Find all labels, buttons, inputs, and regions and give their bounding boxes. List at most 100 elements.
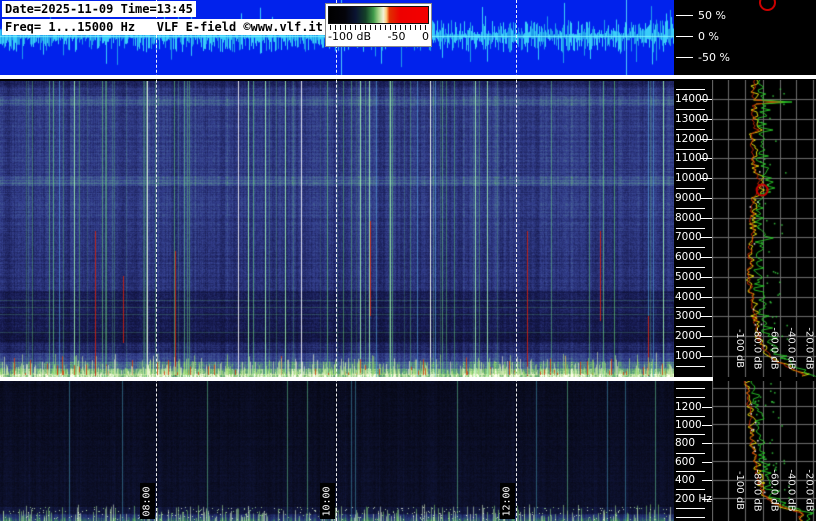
main-spectrogram-canvas[interactable]	[0, 81, 674, 377]
upper-freq-tick-major	[700, 237, 712, 239]
upper-freq-tick-major	[700, 158, 712, 160]
lower-freq-tick-minor	[676, 434, 705, 436]
intensity-colorbar-legend: -100 dB -50 0	[325, 3, 432, 47]
lower-freq-tick-major	[702, 406, 712, 408]
upper-freq-tick-minor	[676, 306, 705, 308]
upper-freq-tick-minor	[676, 227, 705, 229]
db-label-lower-text: -60.0 dB	[768, 468, 780, 512]
upper-freq-tick-minor	[676, 207, 705, 209]
colorbar-max-label: 0	[422, 30, 429, 43]
freq-range-label: Freq= 1...15000 Hz VLF E-field ©www.vlf.…	[2, 19, 326, 35]
lower-freq-label: 200 Hz	[675, 492, 712, 505]
db-label-lower: -20.0 dB	[803, 461, 815, 519]
amplitude-scale-label: 0 %	[698, 30, 719, 43]
time-axis-label: 12:00	[500, 483, 515, 519]
db-label-upper: -20.0 dB	[803, 319, 815, 377]
lower-freq-label: 800	[675, 437, 696, 450]
upper-freq-tick-minor	[676, 168, 705, 170]
upper-freq-tick-minor	[676, 286, 705, 288]
upper-freq-tick-minor	[676, 128, 705, 130]
lower-freq-tick-minor	[676, 388, 705, 389]
db-label-upper-text: -100 dB	[734, 328, 746, 368]
upper-freq-label: 11000	[675, 152, 709, 165]
amplitude-tick	[676, 15, 693, 16]
upper-freq-tick-minor	[676, 247, 705, 249]
upper-freq-label: 4000	[675, 290, 702, 303]
time-axis-label-text: 10:00	[322, 485, 334, 517]
upper-freq-tick-minor	[676, 148, 705, 150]
lower-freq-tick-minor	[676, 489, 705, 491]
upper-freq-tick-major	[700, 99, 712, 100]
amplitude-scale-label: -50 %	[698, 51, 730, 64]
low-band-spectrogram-canvas[interactable]	[0, 381, 674, 521]
db-label-upper-text: -20.0 dB	[803, 326, 815, 370]
upper-freq-label: 1000	[675, 350, 702, 362]
upper-freq-label: 14000	[675, 93, 709, 105]
lower-freq-label: 400	[675, 474, 696, 487]
upper-freq-tick-minor	[676, 346, 705, 348]
colorbar-min-label: -100 dB	[328, 30, 371, 43]
spectrum-plot-upper-canvas	[712, 80, 816, 377]
upper-freq-tick-minor	[676, 326, 705, 328]
time-axis-label-text: 12:00	[502, 485, 514, 517]
lower-freq-tick-major	[702, 480, 712, 482]
upper-freq-label: 10000	[675, 172, 709, 185]
upper-freq-tick-minor	[676, 89, 705, 91]
lower-freq-label: 600	[675, 455, 696, 468]
lower-freq-label: 1200	[675, 400, 702, 413]
upper-freq-tick-major	[700, 316, 712, 318]
upper-freq-tick-major	[700, 276, 712, 278]
amplitude-tick	[676, 57, 693, 58]
vlf-monitor-window: Date=2025-11-09 Time=13:45 Freq= 1...150…	[0, 0, 816, 521]
upper-freq-tick-major	[700, 257, 712, 259]
time-marker-line	[516, 0, 517, 521]
lower-freq-tick-major	[702, 443, 712, 445]
lower-freq-tick-major	[702, 425, 712, 426]
time-axis-label: 08:00	[140, 483, 155, 519]
time-axis-label: 10:00	[320, 483, 335, 519]
cursor-circle-marker	[759, 0, 776, 11]
spectrum-plot-lower-canvas	[712, 381, 816, 521]
upper-freq-tick-minor	[676, 188, 705, 190]
upper-freq-label: 2000	[675, 330, 702, 343]
upper-freq-label: 13000	[675, 112, 709, 125]
db-label-upper: -60.0 dB	[768, 319, 780, 377]
db-label-lower: -60.0 dB	[768, 461, 780, 519]
lower-freq-tick-minor	[676, 507, 705, 509]
db-label-lower: -80.0 dB	[751, 461, 763, 519]
lower-freq-tick-major	[702, 461, 712, 463]
db-label-upper: -40.0 dB	[785, 319, 797, 377]
lower-freq-tick-minor	[676, 452, 705, 454]
upper-freq-label: 8000	[675, 211, 702, 224]
lower-freq-tick-minor	[676, 471, 705, 472]
upper-freq-tick-major	[700, 296, 712, 298]
upper-freq-tick-major	[700, 197, 712, 199]
upper-freq-label: 3000	[675, 310, 702, 323]
upper-freq-tick-major	[700, 336, 712, 338]
db-label-upper: -80.0 dB	[751, 319, 763, 377]
upper-freq-label: 9000	[675, 191, 702, 204]
upper-freq-tick-major	[700, 356, 712, 357]
time-marker-line	[336, 0, 337, 521]
upper-freq-tick-minor	[676, 108, 705, 110]
db-label-lower-text: -20.0 dB	[803, 468, 815, 512]
lower-freq-tick-minor	[676, 517, 705, 518]
db-label-lower-text: -40.0 dB	[785, 468, 797, 512]
db-label-upper-text: -60.0 dB	[768, 326, 780, 370]
db-label-lower-text: -80.0 dB	[751, 468, 763, 512]
upper-freq-tick-major	[700, 138, 712, 140]
lower-freq-tick-major	[702, 498, 712, 500]
colorbar-gradient	[328, 6, 429, 24]
upper-freq-label: 12000	[675, 132, 709, 145]
separator-middle	[0, 377, 713, 381]
lower-freq-tick-minor	[676, 415, 705, 417]
db-label-upper-text: -80.0 dB	[751, 326, 763, 370]
upper-freq-tick-minor	[676, 365, 705, 367]
lower-freq-label: 1000	[675, 419, 702, 431]
upper-freq-tick-major	[700, 118, 712, 120]
upper-freq-label: 5000	[675, 270, 702, 283]
separator-top	[0, 75, 816, 79]
db-label-lower: -40.0 dB	[785, 461, 797, 519]
date-time-label: Date=2025-11-09 Time=13:45	[2, 1, 196, 17]
upper-freq-tick-major	[700, 217, 712, 219]
